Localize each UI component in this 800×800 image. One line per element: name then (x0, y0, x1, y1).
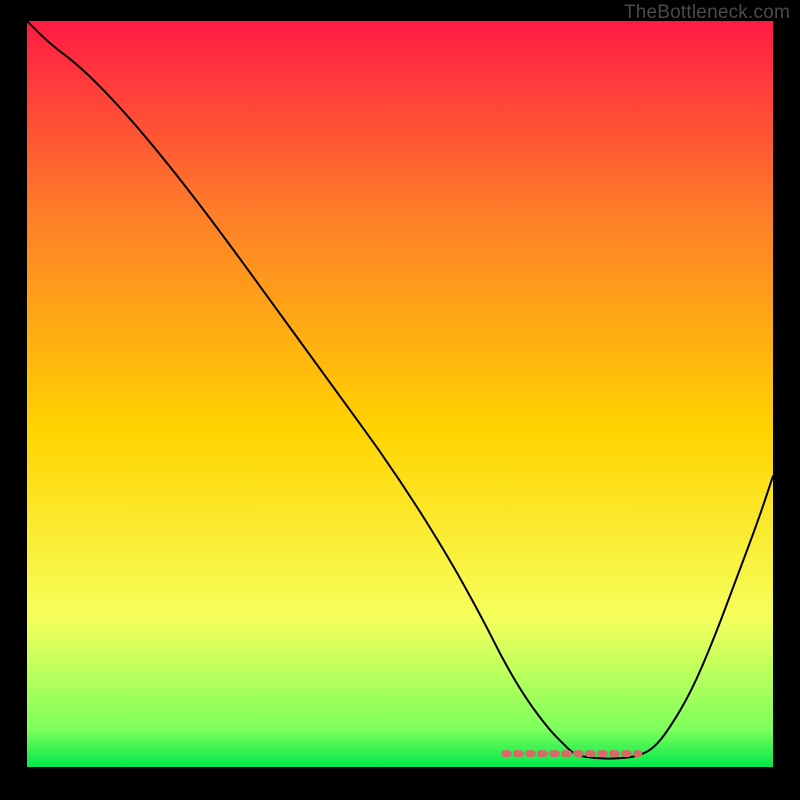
chart-background (27, 21, 773, 767)
watermark-text: TheBottleneck.com (624, 2, 790, 24)
chart-svg (27, 21, 773, 767)
chart-plot-area (27, 21, 773, 767)
